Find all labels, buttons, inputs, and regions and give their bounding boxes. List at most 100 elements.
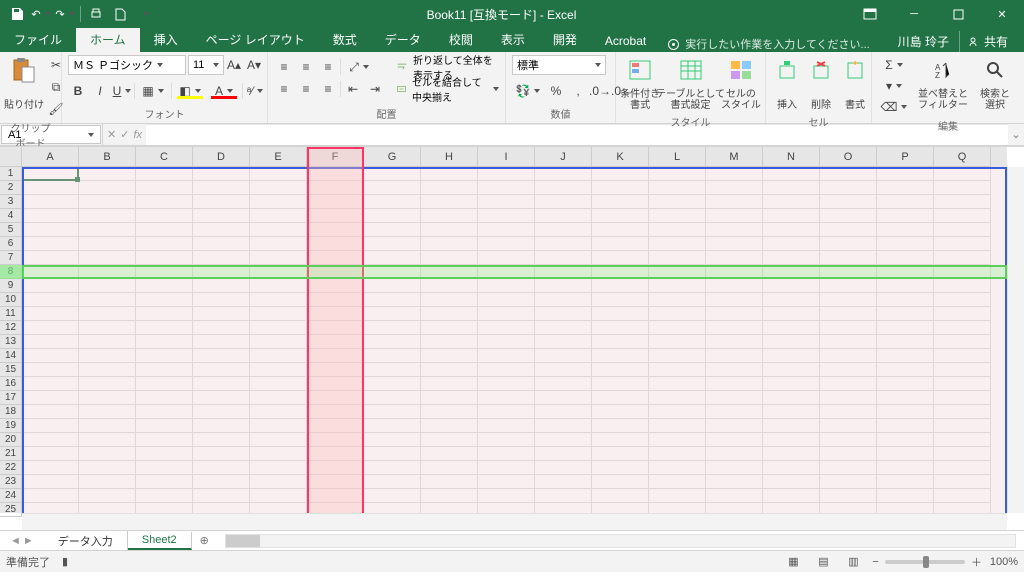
align-center-button[interactable]: ≡ [296,79,316,99]
comma-button[interactable]: , [568,81,588,101]
tab-formulas[interactable]: 数式 [319,28,371,52]
row-header-4[interactable]: 4 [0,209,22,223]
share-button[interactable]: 共有 [959,31,1016,52]
user-name[interactable]: 川島 玲子 [898,33,949,50]
column-header-D[interactable]: D [193,147,250,167]
row-header-13[interactable]: 13 [0,335,22,349]
column-header-O[interactable]: O [820,147,877,167]
row-header-2[interactable]: 2 [0,181,22,195]
bold-button[interactable]: B [68,81,88,101]
tab-acrobat[interactable]: Acrobat [591,31,660,52]
align-bottom-button[interactable]: ≡ [318,57,338,77]
new-icon[interactable] [109,3,131,25]
column-header-N[interactable]: N [763,147,820,167]
row-header-22[interactable]: 22 [0,461,22,475]
row-header-15[interactable]: 15 [0,363,22,377]
minimize-button[interactable]: ─ [892,0,936,28]
row-header-11[interactable]: 11 [0,307,22,321]
ribbon-display-options-icon[interactable] [848,0,892,28]
qat-customize[interactable] [133,3,155,25]
find-select-button[interactable]: 検索と 選択 [976,55,1014,113]
tab-review[interactable]: 校閲 [435,28,487,52]
copy-button[interactable]: ⧉ [46,77,66,97]
clear-button[interactable]: ⌫ [878,97,910,117]
italic-button[interactable]: I [90,81,110,101]
macro-record-icon[interactable]: ▮ [62,555,68,568]
underline-button[interactable]: U [112,81,132,101]
decrease-decimal-button[interactable]: .0← [612,81,632,101]
borders-button[interactable]: ▦ [137,81,169,101]
increase-indent-button[interactable]: ⇥ [365,79,385,99]
maximize-button[interactable] [936,0,980,28]
column-header-E[interactable]: E [250,147,307,167]
tab-data[interactable]: データ [371,28,435,52]
sheet-tab-sheet2[interactable]: Sheet2 [128,532,192,550]
decrease-font-button[interactable]: A▾ [244,55,264,75]
row-header-1[interactable]: 1 [0,167,22,181]
tab-file[interactable]: ファイル [0,28,76,52]
row-header-20[interactable]: 20 [0,433,22,447]
worksheet-grid[interactable]: ABCDEFGHIJKLMNOPQ 1234567891011121314151… [0,146,1024,530]
decrease-indent-button[interactable]: ⇤ [343,79,363,99]
row-header-6[interactable]: 6 [0,237,22,251]
fill-color-button[interactable]: ◧ [174,81,206,101]
sheet-nav-next[interactable]: ► [23,535,34,547]
fill-button[interactable]: ▾ [878,76,910,96]
row-header-5[interactable]: 5 [0,223,22,237]
row-header-8[interactable]: 8 [0,265,22,279]
tab-insert[interactable]: 挿入 [140,28,192,52]
format-painter-button[interactable]: 🖌 [46,99,66,119]
font-name-combo[interactable]: ＭＳ Ｐゴシック [68,55,186,75]
row-header-14[interactable]: 14 [0,349,22,363]
align-right-button[interactable]: ≡ [318,79,338,99]
row-header-24[interactable]: 24 [0,489,22,503]
horizontal-scrollbar[interactable] [22,513,1007,530]
row-header-21[interactable]: 21 [0,447,22,461]
number-format-combo[interactable]: 標準 [512,55,606,75]
fx-icon[interactable]: fx [133,129,142,141]
sort-filter-button[interactable]: AZ並べ替えと フィルター [914,55,972,113]
row-header-19[interactable]: 19 [0,419,22,433]
row-header-17[interactable]: 17 [0,391,22,405]
enter-icon[interactable]: ✓ [120,128,129,141]
accounting-format-button[interactable]: 💱 [512,81,544,101]
format-as-table-button[interactable]: テーブルとして 書式設定 [662,55,719,113]
close-button[interactable]: ✕ [980,0,1024,28]
insert-cells-button[interactable]: 挿入 [772,55,802,113]
cells-area[interactable] [22,167,1007,513]
row-header-9[interactable]: 9 [0,279,22,293]
undo-button[interactable]: ↶ [30,3,52,25]
column-header-G[interactable]: G [364,147,421,167]
sheet-tab-data-input[interactable]: データ入力 [44,531,128,551]
redo-button[interactable]: ↷ [54,3,76,25]
column-header-P[interactable]: P [877,147,934,167]
cut-button[interactable]: ✂ [46,55,66,75]
column-header-K[interactable]: K [592,147,649,167]
column-header-C[interactable]: C [136,147,193,167]
column-header-L[interactable]: L [649,147,706,167]
column-header-I[interactable]: I [478,147,535,167]
row-header-12[interactable]: 12 [0,321,22,335]
row-header-18[interactable]: 18 [0,405,22,419]
select-all-corner[interactable] [0,147,22,167]
merge-center-button[interactable]: セルを結合して中央揃え [397,79,499,99]
row-header-16[interactable]: 16 [0,377,22,391]
vertical-scrollbar[interactable] [1007,167,1024,513]
increase-font-button[interactable]: A▴ [224,55,244,75]
autosum-button[interactable]: Σ [878,55,910,75]
tell-me-search[interactable]: 実行したい作業を入力してください... [668,36,870,52]
column-header-B[interactable]: B [79,147,136,167]
align-left-button[interactable]: ≡ [274,79,294,99]
column-headers[interactable]: ABCDEFGHIJKLMNOPQ [22,147,1007,167]
view-page-break-button[interactable]: ▥ [842,553,864,571]
cell-styles-button[interactable]: セルの スタイル [723,55,759,113]
sheet-nav[interactable]: ◄► [0,535,44,547]
phonetic-button[interactable]: ᵃ⁄ [245,81,265,101]
format-cells-button[interactable]: 書式 [840,55,870,113]
align-top-button[interactable]: ≡ [274,57,294,77]
delete-cells-button[interactable]: 削除 [806,55,836,113]
column-header-F[interactable]: F [307,147,364,167]
align-middle-button[interactable]: ≡ [296,57,316,77]
row-header-25[interactable]: 25 [0,503,22,517]
row-headers[interactable]: 1234567891011121314151617181920212223242… [0,167,22,513]
